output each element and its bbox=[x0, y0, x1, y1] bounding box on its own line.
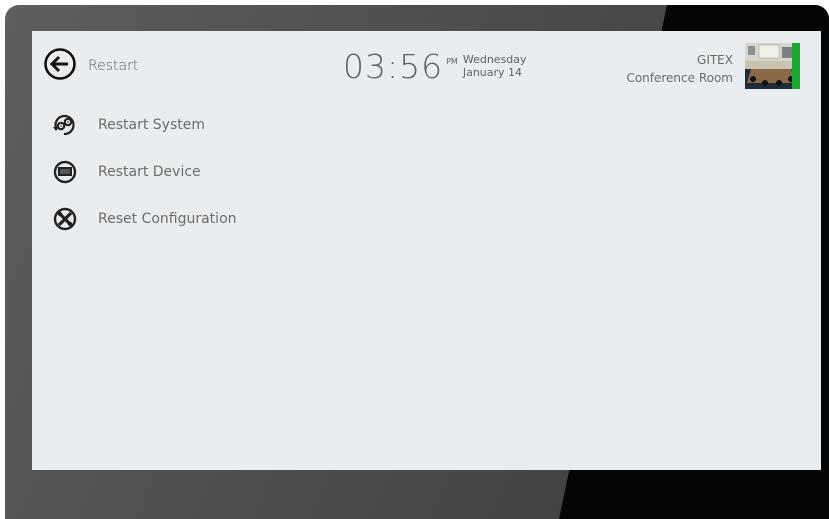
page-title: Restart bbox=[88, 58, 139, 74]
touch-panel-screen: Restart 03:56 PM Wednesday January 14 GI… bbox=[32, 31, 821, 470]
restart-menu: Restart System Restart Device Reset Conf… bbox=[52, 113, 237, 254]
menu-item-label: Restart Device bbox=[98, 164, 201, 180]
clock-day: January 14 bbox=[462, 66, 523, 79]
clock: 03:56 PM Wednesday January 14 bbox=[343, 45, 527, 89]
room-status-indicator bbox=[792, 43, 800, 89]
clock-weekday: Wednesday bbox=[462, 53, 527, 66]
tablet-frame: Restart 03:56 PM Wednesday January 14 GI… bbox=[5, 5, 829, 519]
clock-date: Wednesday January 14 bbox=[463, 53, 527, 79]
monitor-restart-icon bbox=[52, 160, 78, 184]
menu-item-reset-configuration[interactable]: Reset Configuration bbox=[52, 207, 237, 231]
room-name-line2: Conference Room bbox=[626, 71, 733, 85]
menu-item-label: Reset Configuration bbox=[98, 211, 237, 227]
menu-item-restart-device[interactable]: Restart Device bbox=[52, 160, 237, 184]
menu-item-label: Restart System bbox=[98, 117, 205, 133]
room-info: GITEX Conference Room bbox=[626, 51, 733, 87]
gears-restart-icon bbox=[52, 113, 78, 137]
tools-reset-icon bbox=[52, 207, 78, 231]
room-name-line1: GITEX bbox=[697, 53, 733, 67]
menu-item-restart-system[interactable]: Restart System bbox=[52, 113, 237, 137]
clock-time: 03:56 bbox=[343, 47, 444, 86]
clock-ampm: PM bbox=[446, 57, 458, 66]
back-arrow-circle-icon[interactable] bbox=[43, 47, 77, 81]
